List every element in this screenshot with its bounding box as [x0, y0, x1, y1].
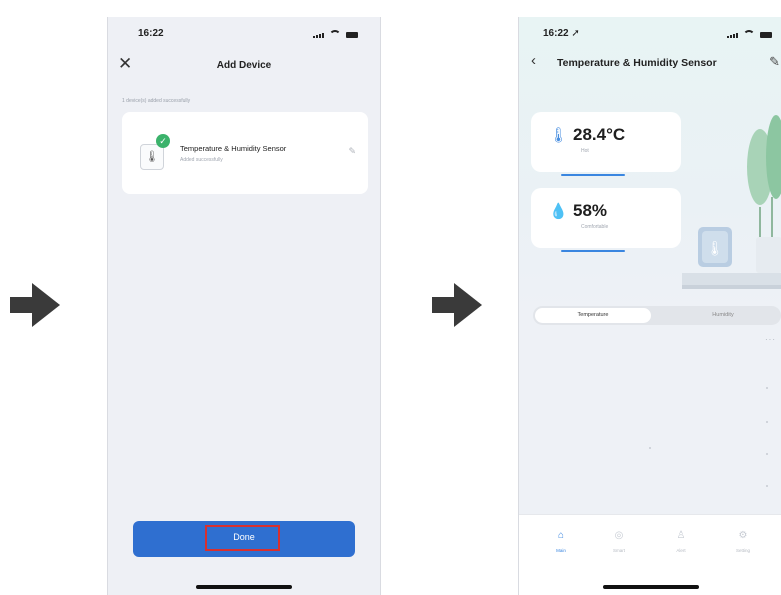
- device-card[interactable]: 🌡 ✓ Temperature & Humidity Sensor Added …: [122, 112, 368, 194]
- humidity-status: Comfortable: [581, 224, 609, 230]
- temperature-card[interactable]: 🌡 28.4°C Hot: [531, 112, 681, 176]
- temperature-value: 28.4°C: [573, 125, 626, 144]
- nav-alert[interactable]: ♙ Alert: [661, 530, 701, 553]
- battery-icon: [760, 32, 772, 38]
- chart-dot: [766, 453, 768, 455]
- bottom-nav: ⌂ Main ◎ Smart ♙ Alert ⚙ Setting: [519, 514, 781, 595]
- temperature-indicator: [561, 174, 625, 176]
- page-title: Temperature & Humidity Sensor: [557, 57, 717, 69]
- gear-icon: ⚙: [738, 530, 748, 541]
- humidity-value: 58%: [573, 201, 608, 220]
- plant-illustration: 🌡: [682, 115, 781, 289]
- home-indicator: [602, 585, 699, 589]
- status-bar: 16:22: [108, 17, 380, 45]
- temperature-status: Hot: [581, 148, 589, 154]
- home-icon: ⌂: [557, 530, 565, 541]
- back-icon[interactable]: ‹: [531, 53, 536, 68]
- step-arrow-icon: [432, 283, 484, 327]
- home-indicator: [196, 585, 292, 589]
- wifi-icon: [329, 30, 341, 38]
- thermometer-icon: 🌡: [140, 144, 164, 170]
- added-info-text: 1 device(s) added successfully: [122, 98, 191, 104]
- sensor-detail-screen: 16:22 ➚ ‹ Temperature & Humidity Sensor …: [518, 17, 781, 595]
- signal-icon: [313, 33, 324, 38]
- done-button[interactable]: Done: [133, 521, 355, 557]
- smart-icon: ◎: [614, 530, 624, 541]
- nav-smart[interactable]: ◎ Smart: [599, 530, 639, 553]
- step-arrow-icon: [10, 283, 62, 327]
- droplet-icon: 💧: [549, 203, 568, 220]
- humidity-indicator: [561, 250, 625, 252]
- done-button-label: Done: [233, 532, 255, 542]
- battery-icon: [346, 32, 358, 38]
- nav-label: Main: [556, 548, 566, 553]
- chart-tabs: Temperature Humidity: [533, 306, 781, 325]
- wifi-icon: [743, 30, 755, 38]
- nav-label: Setting: [735, 548, 750, 553]
- tab-temperature[interactable]: Temperature: [535, 308, 651, 323]
- nav-setting[interactable]: ⚙ Setting: [723, 530, 763, 553]
- chart-dot: [766, 387, 768, 389]
- device-status: Added successfully: [180, 157, 223, 163]
- page-title: Add Device: [216, 60, 272, 71]
- svg-text:🌡: 🌡: [706, 241, 724, 257]
- status-time: 16:22 ➚: [543, 28, 580, 39]
- humidity-card[interactable]: 💧 58% Comfortable: [531, 188, 681, 252]
- nav-label: Alert: [676, 548, 686, 553]
- nav-main[interactable]: ⌂ Main: [541, 530, 581, 553]
- add-device-screen: 16:22 ✕ Add Device 1 device(s) added suc…: [107, 17, 381, 595]
- check-icon: ✓: [156, 134, 170, 148]
- alert-icon: ♙: [676, 530, 686, 541]
- more-icon[interactable]: ···: [765, 335, 776, 344]
- status-bar: 16:22 ➚: [519, 17, 781, 45]
- signal-icon: [727, 33, 738, 38]
- device-name: Temperature & Humidity Sensor: [180, 144, 287, 153]
- chart-dot: [649, 447, 651, 449]
- nav-label: Smart: [612, 548, 625, 553]
- edit-icon[interactable]: ✎: [348, 146, 356, 157]
- edit-icon[interactable]: ✎: [769, 54, 780, 70]
- thermometer-icon: 🌡: [549, 127, 569, 144]
- chart-dot: [766, 421, 768, 423]
- chart-dot: [766, 485, 768, 487]
- status-time: 16:22: [138, 28, 164, 39]
- tab-humidity[interactable]: Humidity: [673, 308, 773, 323]
